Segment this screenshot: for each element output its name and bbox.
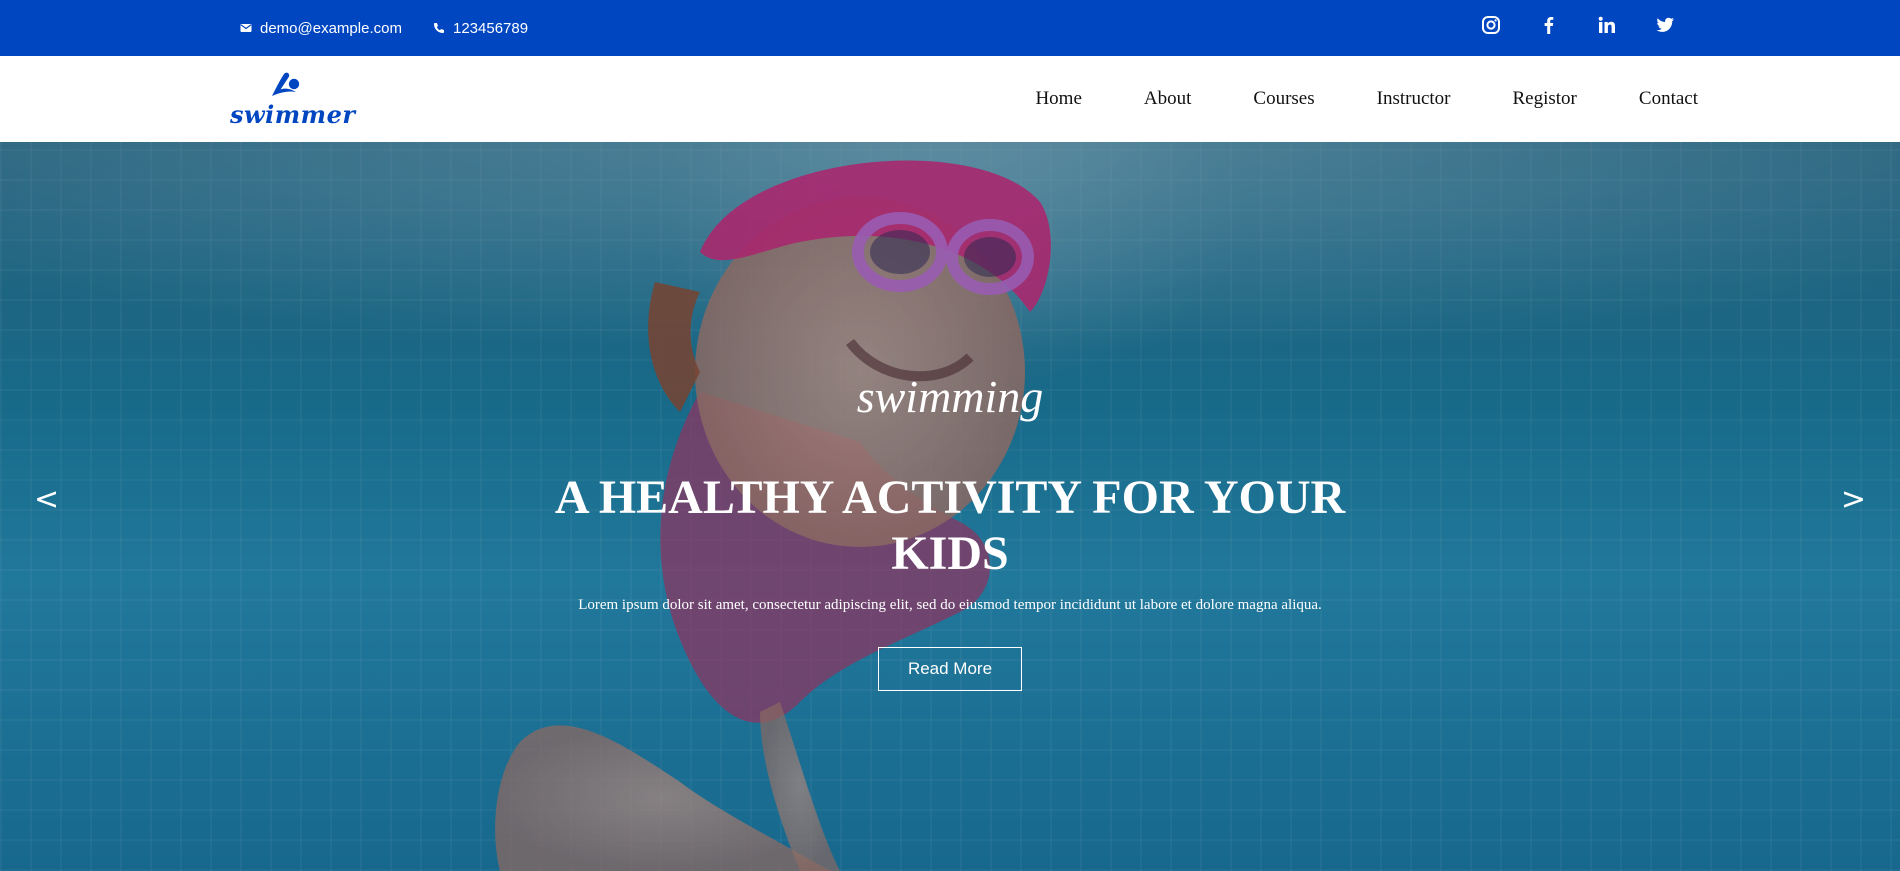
nav-courses[interactable]: Courses — [1253, 88, 1314, 110]
twitter-icon[interactable] — [1655, 15, 1675, 35]
primary-nav: Home About Courses Instructor Registor C… — [973, 56, 1698, 142]
swimmer-icon — [272, 72, 300, 96]
contact-phone[interactable]: 123456789 — [433, 0, 528, 56]
logo-text: swimmer — [230, 100, 356, 129]
read-more-button[interactable]: Read More — [878, 647, 1022, 691]
contact-email[interactable]: demo@example.com — [240, 0, 402, 56]
mail-icon — [240, 24, 252, 32]
facebook-icon[interactable] — [1539, 15, 1559, 35]
nav-registor[interactable]: Registor — [1513, 88, 1577, 110]
hero-subtitle: swimming — [856, 371, 1044, 422]
email-text: demo@example.com — [260, 19, 402, 37]
nav-instructor[interactable]: Instructor — [1377, 88, 1451, 110]
phone-icon — [434, 23, 444, 33]
top-bar: demo@example.com 123456789 — [0, 0, 1900, 56]
hero-description: Lorem ipsum dolor sit amet, consectetur … — [578, 597, 1322, 613]
hero-headline: A HEALTHY ACTIVITY FOR YOUR KIDS — [554, 471, 1346, 580]
slider-prev-button[interactable]: < — [34, 482, 59, 517]
instagram-icon[interactable] — [1481, 15, 1501, 35]
hero-slider: < > swimming A HEALTHY ACTIVITY FOR YOUR… — [0, 142, 1900, 871]
slider-next-button[interactable]: > — [1841, 482, 1866, 517]
social-links — [1481, 0, 1675, 50]
nav-about[interactable]: About — [1144, 88, 1192, 110]
nav-contact[interactable]: Contact — [1639, 88, 1698, 110]
main-nav-bar: swimmer Home About Courses Instructor Re… — [0, 56, 1900, 142]
site-logo[interactable]: swimmer — [228, 68, 355, 134]
phone-text: 123456789 — [453, 19, 529, 37]
linkedin-icon[interactable] — [1597, 15, 1617, 35]
nav-home[interactable]: Home — [1035, 88, 1081, 110]
